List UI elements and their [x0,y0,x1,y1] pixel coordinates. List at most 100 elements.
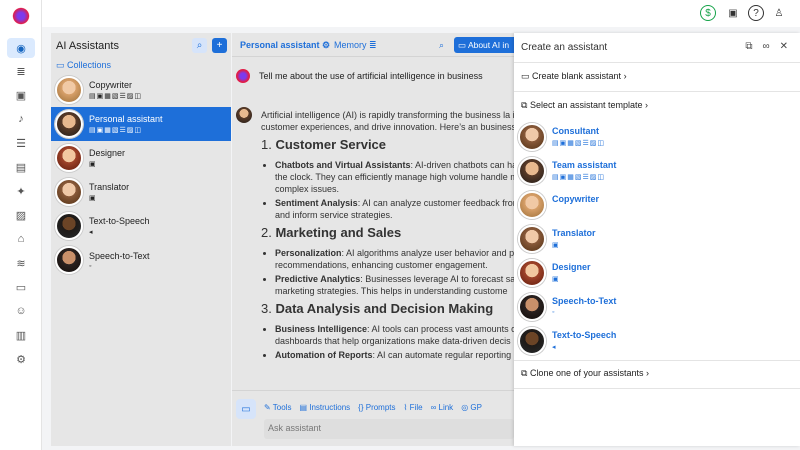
avatar [55,110,83,138]
about-ai-chat-tab[interactable]: ▭ About AI in [454,37,514,53]
list-item[interactable]: Translator ▣ [51,175,231,209]
tasks-icon[interactable]: ☰ [9,134,33,152]
template-item[interactable]: Team assistant ▤▣▦▧☰▨◫ [518,157,616,185]
avatar [55,246,83,274]
section-heading: 1. Customer Service [261,138,514,151]
section-heading: 3. Data Analysis and Decision Making [261,302,514,315]
stack-icon[interactable]: ≋ [9,254,33,272]
panel-header-icons: ⧉ ∞ ✕ [745,41,788,52]
select-template[interactable]: ⧉ Select an assistant template › [521,100,648,111]
database-icon[interactable]: ≣ [9,62,33,80]
list-item: Personalization: AI algorithms analyze u… [275,247,514,271]
search-icon[interactable]: ⌕ [439,40,444,51]
list-item: Chatbots and Virtual Assistants: AI-driv… [275,159,514,195]
close-icon[interactable]: ✕ [780,41,788,52]
section-title: Marketing and Sales [275,225,402,240]
create-blank-assistant[interactable]: ▭ Create blank assistant › [521,71,627,82]
nav-rail: ◉ ≣ ▣ ♪ ☰ ▤ ✦ ▨ ⌂ ≋ ▭ ☺ ▥ ⚙ [0,0,42,450]
collections-label: Collections [67,60,112,70]
capability-icons: ▤▣▦▧☰▨◫ [89,93,142,100]
template-name: Consultant [552,126,599,136]
tab-label: Personal assistant [240,40,320,50]
add-assistant-button[interactable]: + [212,38,227,53]
help-icon[interactable]: ? [748,5,764,21]
tab-personal-assistant[interactable]: Personal assistant ⚙ [240,40,330,51]
collections-link[interactable]: ▭ Collections [56,60,111,71]
divider [514,360,800,361]
template-name: Designer [552,262,591,272]
instructions-label: Instructions [309,403,351,412]
link-label: Link [438,403,454,412]
robot-icon[interactable]: ▣ [725,5,741,21]
composer-toolbar: ✎ Tools ▤ Instructions {} Prompts ⌇ File… [264,403,482,412]
copy-icon[interactable]: ⧉ [745,41,752,52]
template-item[interactable]: Speech-to-Text ◦ [518,293,616,321]
chat-mode-button[interactable]: ▭ [236,399,256,419]
capability-icons: ▤▣▦▧☰▨◫ [552,140,605,147]
list-item[interactable]: Speech-to-Text ◦ [51,243,231,277]
chat-icon[interactable]: ▭ [9,278,33,296]
item-name: Personal assistant [89,114,163,124]
template-item[interactable]: Consultant ▤▣▦▧☰▨◫ [518,123,605,151]
item-name: Speech-to-Text [89,250,150,261]
user-icon[interactable]: ♙ [771,5,787,21]
assistants-icon[interactable]: ◉ [7,38,35,58]
gallery-icon[interactable]: ▣ [9,86,33,104]
top-bar: $ ▣ ? ♙ [42,0,800,27]
bot-icon [236,69,250,83]
tab-label: Memory [334,40,367,50]
create-blank-label: Create blank assistant [532,71,622,81]
select-template-label: Select an assistant template [529,100,643,110]
avatar [55,178,83,206]
template-name: Text-to-Speech [552,330,617,340]
item-title: Predictive Analytics [275,274,361,284]
link-button[interactable]: ∞ Link [431,403,454,412]
template-name: Copywriter [552,194,600,204]
search-icon[interactable]: ⌕ [192,38,207,53]
gpt-label: GP [470,403,482,412]
template-item[interactable]: Translator ▣ [518,225,596,253]
divider [514,388,800,389]
capability-icons: ▣ [89,195,97,202]
app-logo[interactable] [11,6,31,26]
settings-icon[interactable]: ⚙ [9,350,33,368]
prompts-button[interactable]: {} Prompts [358,403,395,412]
tab-memory[interactable]: Memory ≣ [334,40,377,51]
users-icon[interactable]: ☺ [9,302,33,320]
tools-button[interactable]: ✎ Tools [264,403,291,412]
list-item[interactable]: Text-to-Speech ◂ [51,209,231,243]
capability-icons: ◂ [89,229,94,236]
item-name: Translator [89,182,130,192]
ask-input[interactable]: Ask assistant [264,419,514,439]
section-heading: 2. Marketing and Sales [261,225,514,240]
file-button[interactable]: ⌇ File [404,403,423,412]
avatar [55,212,83,240]
sparkle-icon[interactable]: ✦ [9,182,33,200]
capability-icons: ▣ [552,242,560,249]
avatar [518,123,546,151]
avatar [236,107,252,123]
link-icon[interactable]: ∞ [762,41,769,52]
image-icon[interactable]: ▨ [9,206,33,224]
assistants-sidebar: AI Assistants ⌕ + ▭ Collections Copywrit… [51,33,231,446]
clone-assistant[interactable]: ⧉ Clone one of your assistants › [521,368,649,379]
tab-label: About AI in [467,40,510,50]
capability-icons: ◂ [552,344,557,351]
list-item[interactable]: Copywriter ▤▣▦▧☰▨◫ [51,73,231,107]
list-item: Business Intelligence: AI tools can proc… [275,323,514,347]
server-icon[interactable]: ▥ [9,326,33,344]
library-icon[interactable]: ⌂ [9,230,33,248]
instructions-button[interactable]: ▤ Instructions [299,403,350,412]
template-item[interactable]: Text-to-Speech ◂ [518,327,616,355]
list-item[interactable]: Personal assistant ▤▣▦▧☰▨◫ [51,107,231,141]
template-item[interactable]: Designer ▣ [518,259,591,287]
list-item[interactable]: Designer ▣ [51,141,231,175]
template-item[interactable]: Copywriter [518,191,599,219]
avatar [518,259,546,287]
microphone-icon[interactable]: ♪ [9,110,33,128]
create-assistant-panel: Create an assistant ⧉ ∞ ✕ ▭ Create blank… [514,33,800,446]
item-text: : AI can automate regular reporting [372,350,512,360]
gpt-button[interactable]: ◎ GP [461,403,482,412]
dollar-icon[interactable]: $ [700,5,716,21]
documents-icon[interactable]: ▤ [9,158,33,176]
